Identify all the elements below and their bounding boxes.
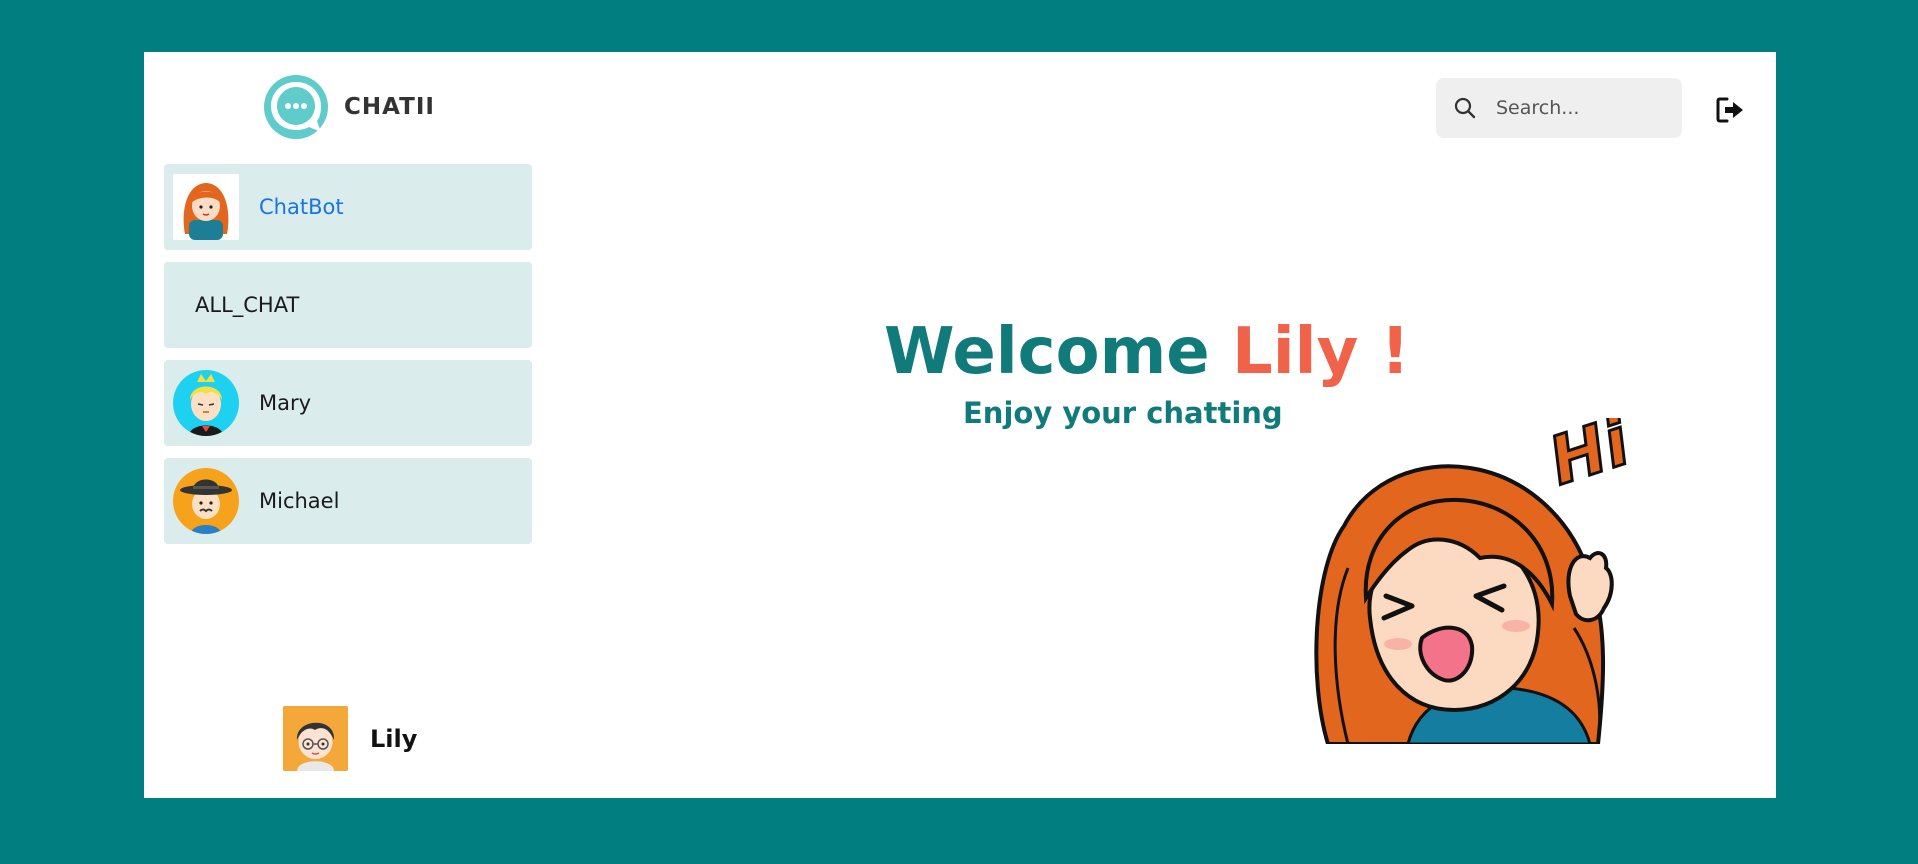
waving-girl-illustration: Hi [1314, 418, 1641, 744]
contact-list: ChatBot ALL_CHAT Mary Michael [164, 164, 532, 556]
logout-icon[interactable] [1714, 94, 1746, 126]
search-box[interactable] [1436, 78, 1682, 138]
search-input[interactable] [1494, 96, 1668, 120]
welcome-title: Welcome Lily ! [884, 312, 1410, 392]
contact-item-all-chat[interactable]: ALL_CHAT [164, 262, 532, 348]
brand: CHATII [263, 74, 435, 140]
contact-item-michael[interactable]: Michael [164, 458, 532, 544]
contact-name: ALL_CHAT [195, 293, 300, 317]
app-container: CHATII ChatBot ALL_CHAT Mary Michael Lil… [144, 52, 1776, 798]
contact-item-chatbot[interactable]: ChatBot [164, 164, 532, 250]
current-user[interactable]: Lily [283, 706, 417, 771]
contact-name: Michael [259, 489, 340, 513]
contact-item-mary[interactable]: Mary [164, 360, 532, 446]
michael-avatar [173, 468, 239, 534]
contact-name: Mary [259, 391, 312, 415]
lily-avatar [283, 706, 348, 771]
current-user-name: Lily [370, 724, 418, 753]
contact-name: ChatBot [259, 195, 344, 219]
mary-avatar [173, 370, 239, 436]
search-icon [1454, 97, 1476, 119]
welcome-subtitle: Enjoy your chatting [963, 396, 1283, 430]
welcome-user-name: Lily ! [1231, 315, 1410, 389]
welcome-prefix: Welcome [884, 315, 1210, 389]
hi-text: Hi [1540, 418, 1639, 500]
app-name: CHATII [344, 94, 435, 120]
chat-bubble-icon [264, 75, 328, 139]
chatbot-girl-avatar [173, 174, 239, 240]
